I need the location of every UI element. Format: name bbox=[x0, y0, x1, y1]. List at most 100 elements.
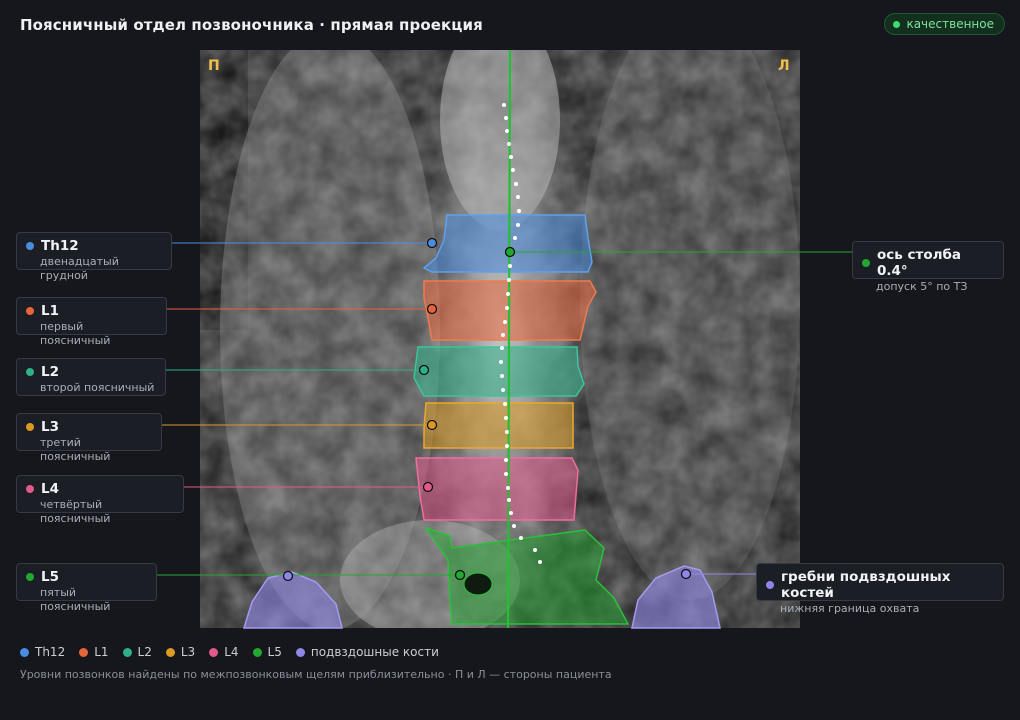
l1-dot-icon bbox=[26, 307, 34, 315]
legend-item-iliac[interactable]: подвздошные кости bbox=[295, 645, 439, 659]
legend-item-th12[interactable]: Th12 bbox=[20, 645, 65, 659]
segment-l2 bbox=[413, 346, 585, 397]
legend-l2-label: L2 bbox=[137, 645, 152, 659]
callout-l5[interactable]: L5 пятый поясничный bbox=[16, 563, 157, 613]
callout-l4-name: L4 bbox=[41, 481, 59, 497]
segment-th12 bbox=[422, 214, 593, 273]
callout-l2[interactable]: L2 второй поясничный bbox=[16, 358, 166, 396]
callout-l1-name: L1 bbox=[41, 303, 59, 319]
side-marker-right: П bbox=[208, 58, 220, 74]
callout-l5-desc: пятый поясничный bbox=[40, 586, 111, 613]
legend-l1-dot-icon bbox=[79, 647, 89, 657]
l5-foramen bbox=[463, 572, 493, 596]
centerline-dot bbox=[505, 444, 509, 448]
legend-l5-dot-icon bbox=[252, 647, 262, 657]
centerline-dot bbox=[505, 129, 509, 133]
legend-th12-label: Th12 bbox=[35, 645, 66, 659]
centerline-dot bbox=[519, 536, 523, 540]
centerline-dot bbox=[506, 486, 510, 490]
centerline-dot bbox=[513, 236, 517, 240]
centerline-dot bbox=[504, 416, 508, 420]
centerline-dot bbox=[509, 155, 513, 159]
legend-l5-label: L5 bbox=[267, 645, 282, 659]
centerline-dot bbox=[502, 103, 506, 107]
callout-iliac-desc: нижняя граница охвата bbox=[780, 602, 920, 615]
callout-iliac[interactable]: гребни подвздошных костей нижняя граница… bbox=[756, 563, 1004, 615]
centerline-dot bbox=[503, 320, 507, 324]
anchor-l5 bbox=[454, 569, 466, 581]
centerline-dot bbox=[514, 182, 518, 186]
l2-dot-icon bbox=[26, 368, 34, 376]
centerline-dot bbox=[538, 560, 542, 564]
legend-item-l4[interactable]: L4 bbox=[209, 645, 239, 659]
anchor-th12 bbox=[426, 237, 438, 249]
callout-l1-desc: первый поясничный bbox=[40, 320, 111, 347]
th12-dot-icon bbox=[26, 242, 34, 250]
centerline-dot bbox=[517, 209, 521, 213]
callout-th12-name: Th12 bbox=[41, 238, 79, 254]
centerline-dot bbox=[500, 374, 504, 378]
anchor-l1 bbox=[426, 303, 438, 315]
centerline-dot bbox=[500, 346, 504, 350]
anchor-iliac-left bbox=[680, 568, 692, 580]
iliac-dot-icon bbox=[766, 581, 774, 589]
anchor-l2 bbox=[418, 364, 430, 376]
legend-l3-label: L3 bbox=[180, 645, 196, 659]
legend-l3-dot-icon bbox=[165, 647, 175, 657]
callout-l2-desc: второй поясничный bbox=[40, 381, 155, 394]
callout-th12-desc: двенадцатый грудной bbox=[40, 255, 119, 282]
centerline-dot bbox=[533, 548, 537, 552]
legend-item-l5[interactable]: L5 bbox=[252, 645, 282, 659]
centerline-dot bbox=[499, 360, 503, 364]
callout-l4[interactable]: L4 четвёртый поясничный bbox=[16, 475, 184, 525]
centerline-dot bbox=[504, 472, 508, 476]
centerline-dot bbox=[504, 116, 508, 120]
legend-item-l1[interactable]: L1 bbox=[79, 645, 109, 659]
anchor-axis bbox=[504, 246, 516, 258]
legend-l4-label: L4 bbox=[224, 645, 239, 659]
legend-item-l3[interactable]: L3 bbox=[165, 645, 196, 659]
legend-l2-dot-icon bbox=[122, 647, 132, 657]
centerline-dot bbox=[512, 524, 516, 528]
callout-l4-desc: четвёртый поясничный bbox=[40, 498, 111, 525]
centerline-dot bbox=[516, 223, 520, 227]
legend-th12-dot-icon bbox=[20, 647, 29, 657]
callout-l3[interactable]: L3 третий поясничный bbox=[16, 413, 162, 463]
callout-l2-name: L2 bbox=[41, 364, 59, 380]
centerline-dot bbox=[507, 142, 511, 146]
legend-l1-label: L1 bbox=[94, 645, 109, 659]
centerline-dot bbox=[503, 402, 507, 406]
callout-l3-name: L3 bbox=[41, 419, 59, 435]
legend-iliac-dot-icon bbox=[295, 647, 305, 657]
axis-dot-icon bbox=[862, 259, 870, 267]
side-marker-left: Л bbox=[778, 58, 790, 74]
callout-iliac-label: гребни подвздошных костей bbox=[781, 569, 951, 601]
callout-th12[interactable]: Th12 двенадцатый грудной bbox=[16, 232, 172, 282]
centerline-dot bbox=[511, 168, 515, 172]
callout-axis[interactable]: ось столба 0.4° допуск 5° по ТЗ bbox=[852, 241, 1004, 293]
legend-l4-dot-icon bbox=[209, 647, 219, 657]
legend: Th12 L1 L2 L3 L4 L5 подвздошные кости bbox=[20, 645, 439, 659]
callout-axis-label: ось столба 0.4° bbox=[877, 247, 962, 279]
centerline-dot bbox=[507, 498, 511, 502]
centerline-dot bbox=[505, 306, 509, 310]
l4-dot-icon bbox=[26, 485, 34, 493]
centerline-dot bbox=[509, 511, 513, 515]
anchor-l4 bbox=[422, 481, 434, 493]
centerline-dot bbox=[504, 458, 508, 462]
centerline-dot bbox=[507, 278, 511, 282]
centerline-dot bbox=[516, 195, 520, 199]
anchor-l3 bbox=[426, 419, 438, 431]
centerline-dot bbox=[505, 430, 509, 434]
callout-l3-desc: третий поясничный bbox=[40, 436, 111, 463]
legend-iliac-label: подвздошные кости bbox=[310, 645, 439, 659]
l3-dot-icon bbox=[26, 423, 34, 431]
callout-l1[interactable]: L1 первый поясничный bbox=[16, 297, 167, 347]
legend-item-l2[interactable]: L2 bbox=[122, 645, 152, 659]
callout-axis-desc: допуск 5° по ТЗ bbox=[876, 280, 968, 293]
anchor-iliac-right bbox=[282, 570, 294, 582]
callout-l5-name: L5 bbox=[41, 569, 59, 585]
segment-l3 bbox=[423, 402, 574, 449]
centerline-dot bbox=[501, 388, 505, 392]
centerline-dot bbox=[506, 292, 510, 296]
